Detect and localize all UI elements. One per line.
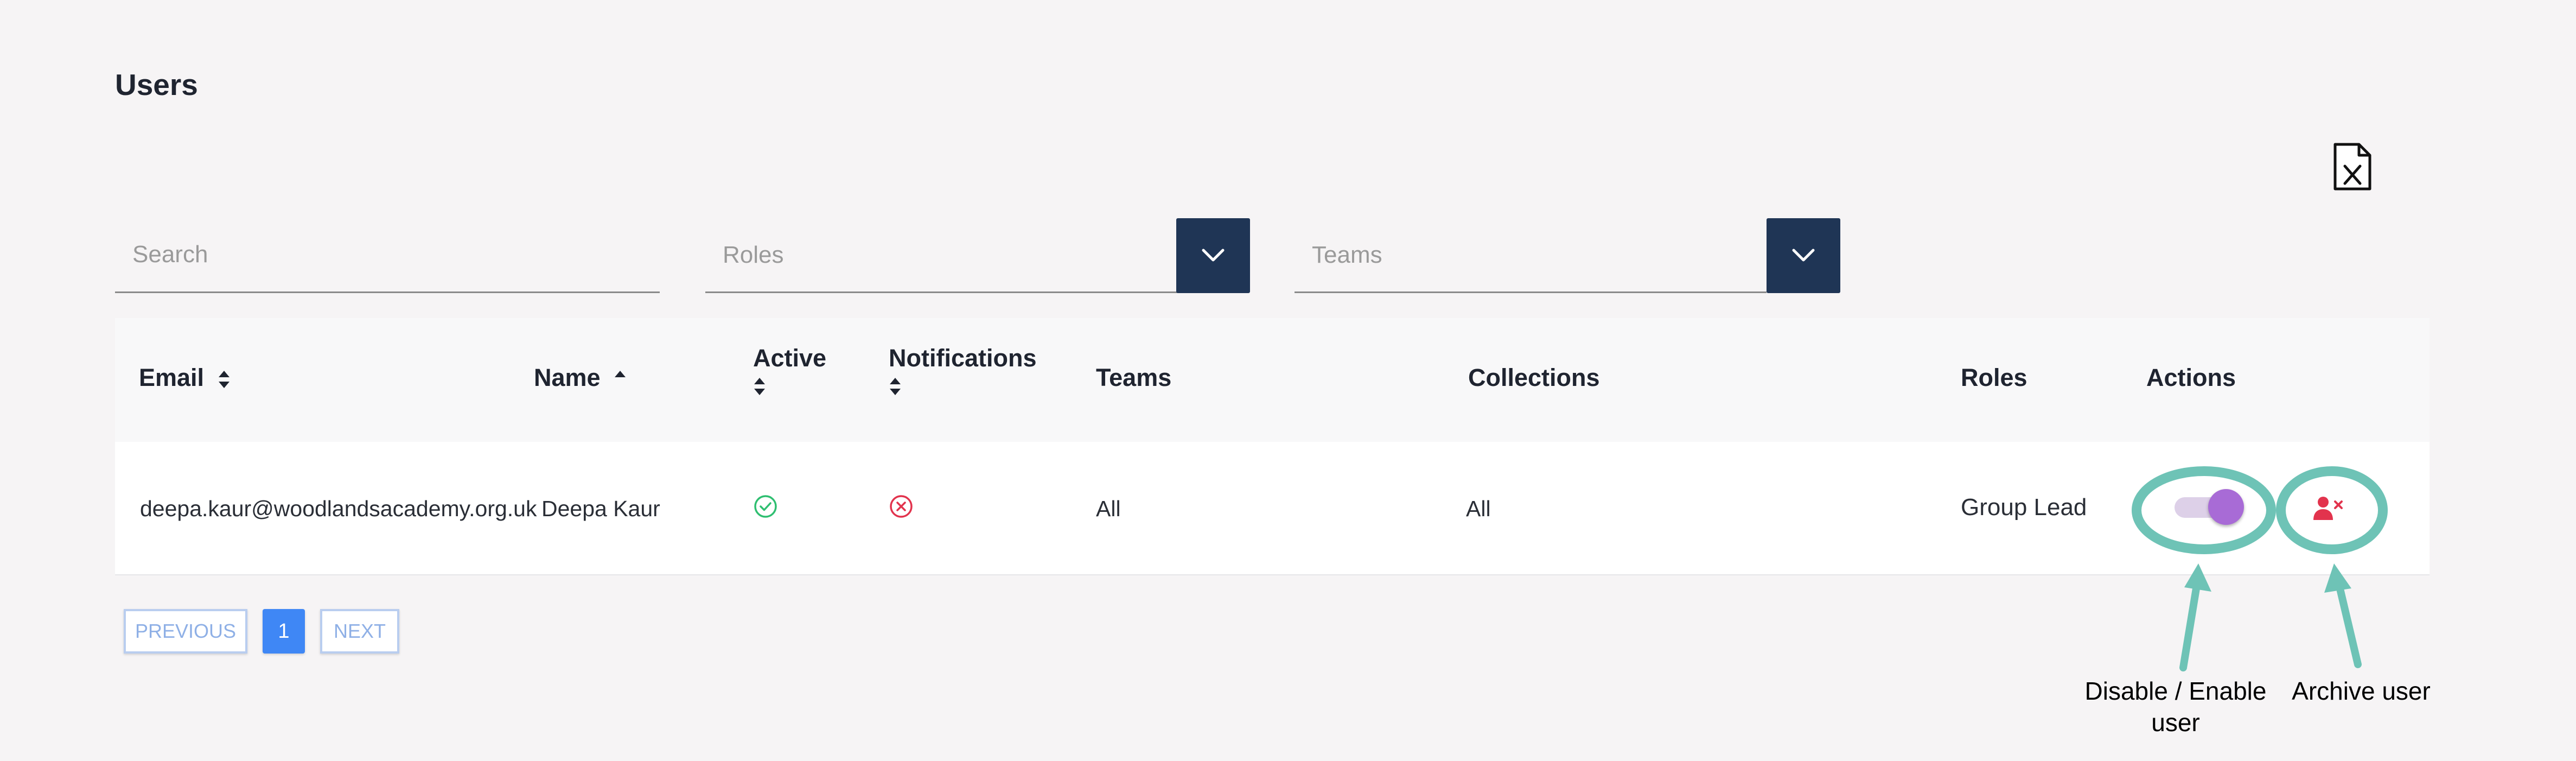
toggle-annotation-label: Disable / Enable user: [2084, 677, 2267, 737]
archive-annotation-label: Archive user: [2292, 677, 2431, 705]
page-1-button[interactable]: 1: [263, 609, 305, 654]
next-page-button[interactable]: NEXT: [320, 609, 399, 654]
archive-highlight-circle: [2276, 466, 2388, 554]
toggle-highlight-circle: [2132, 466, 2276, 554]
toggle-arrow: [2179, 563, 2211, 671]
previous-page-button[interactable]: PREVIOUS: [124, 609, 247, 654]
archive-arrow: [2324, 563, 2362, 668]
